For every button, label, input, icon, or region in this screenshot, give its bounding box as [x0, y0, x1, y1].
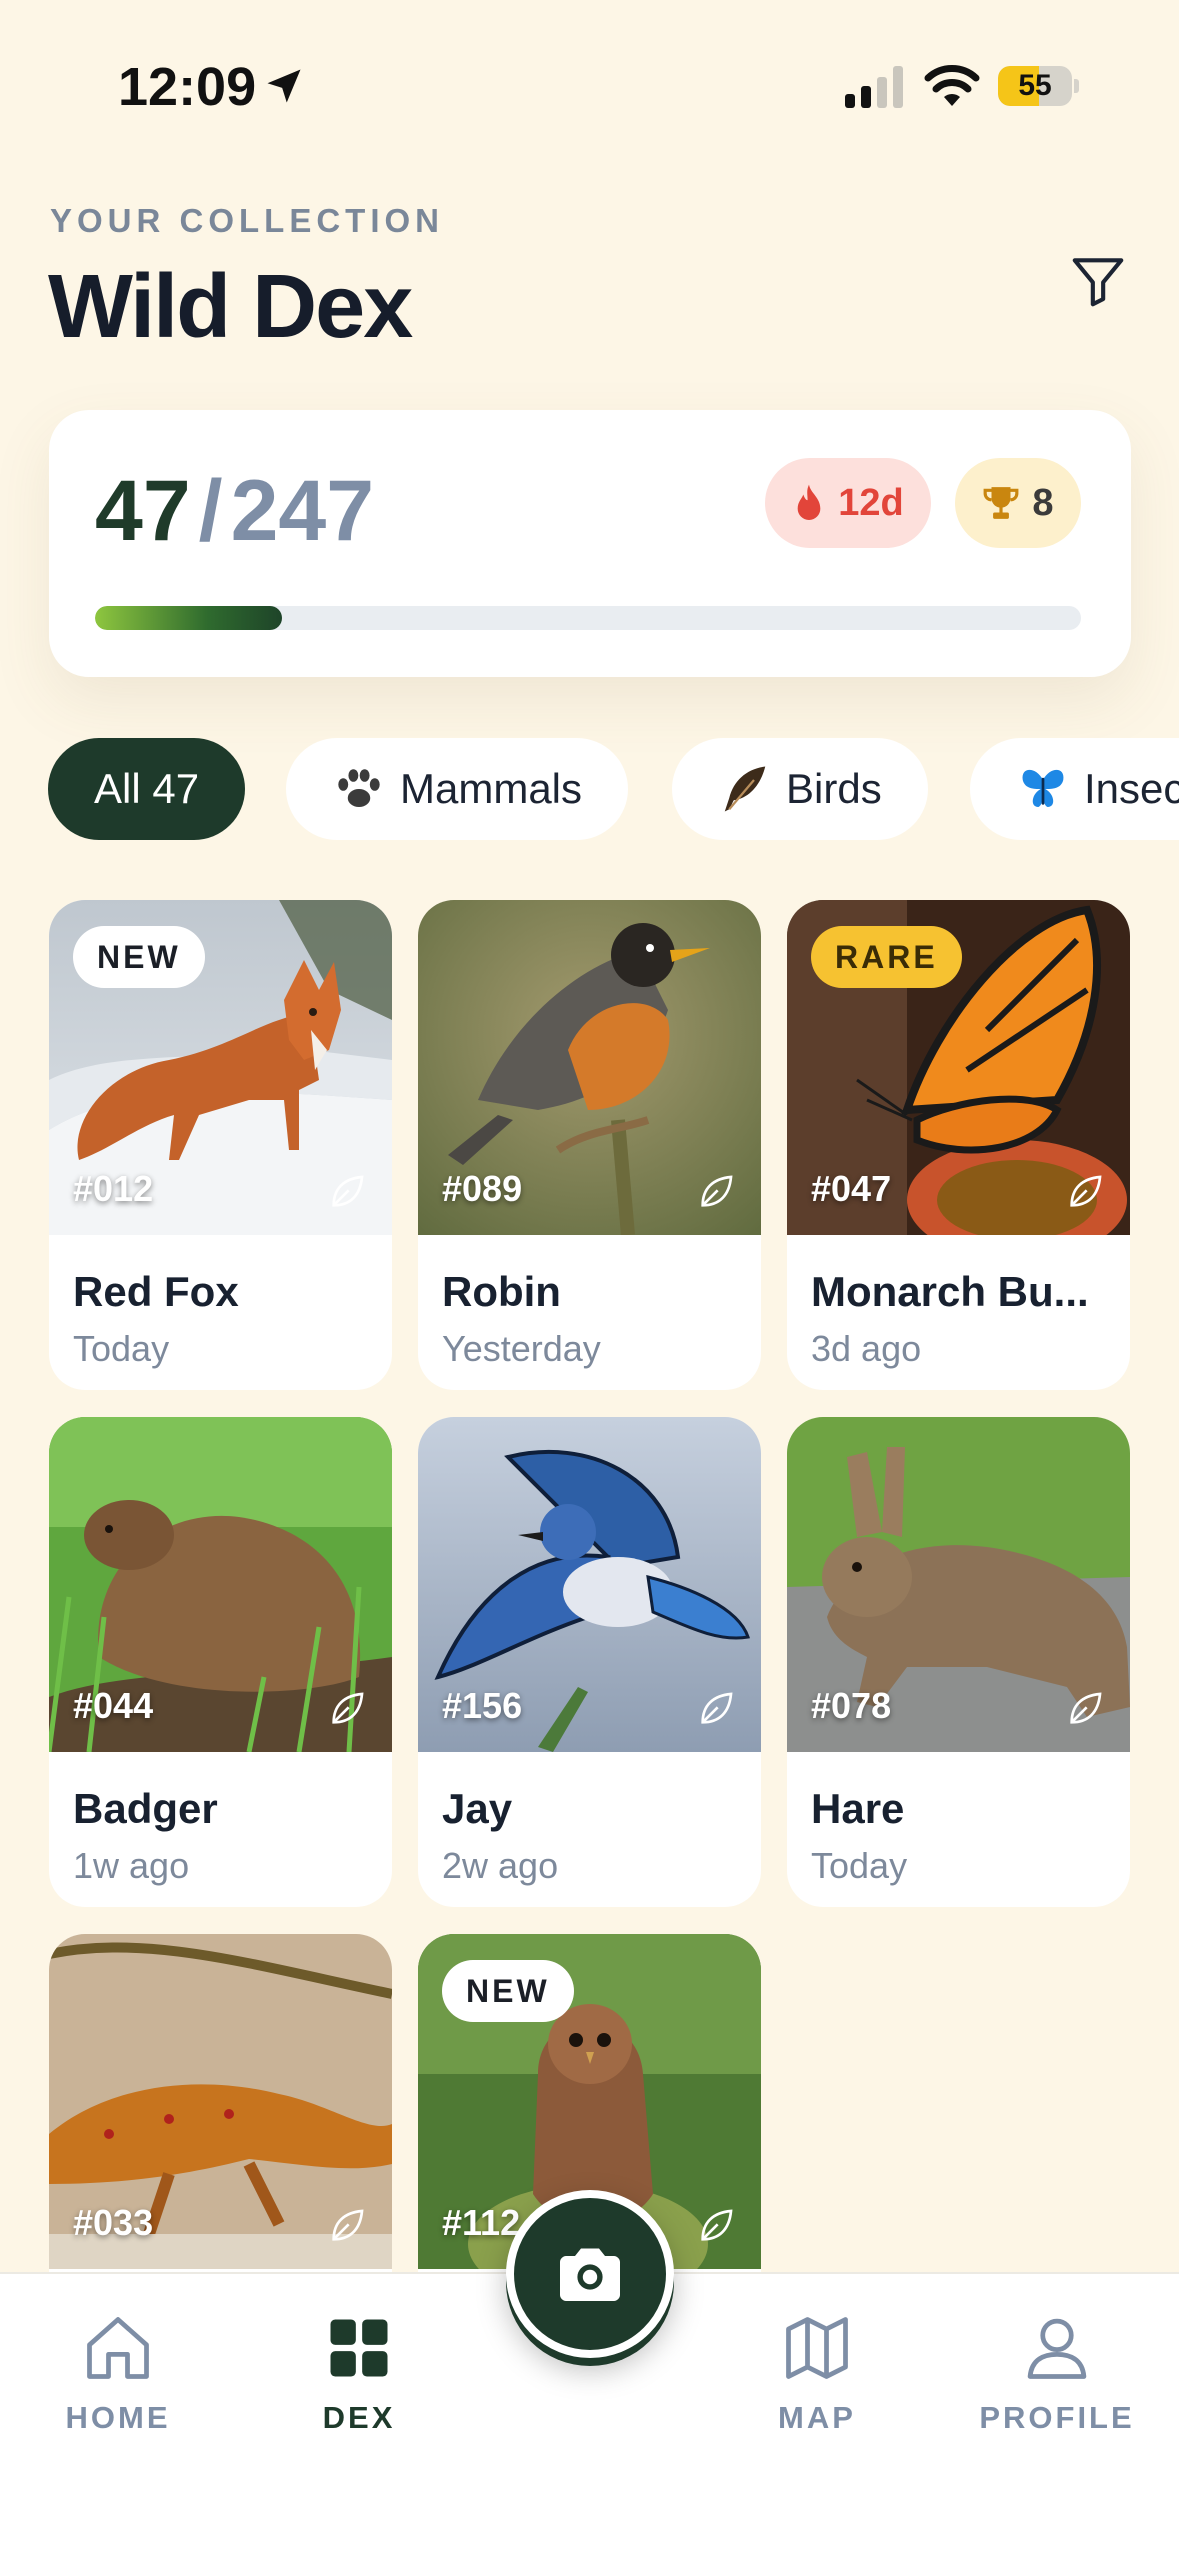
leaf-icon [701, 2209, 733, 2241]
collection-count: 47/247 [95, 462, 374, 561]
nav-map-label: MAP [778, 2400, 856, 2435]
streak-badge[interactable]: 12d [765, 458, 931, 548]
chip-mammals-label: Mammals [400, 765, 583, 812]
leaf-icon [332, 1175, 364, 1207]
flame-icon [797, 484, 821, 520]
count-separator: / [198, 463, 223, 559]
paw-icon [338, 769, 380, 807]
chip-all[interactable]: All 47 [48, 738, 246, 840]
new-badge: NEW [73, 926, 205, 988]
species-name: Hare [811, 1785, 905, 1832]
map-icon [786, 2317, 848, 2379]
wifi-icon [924, 65, 980, 106]
nav-home[interactable]: HOME [38, 2310, 198, 2436]
species-number: #112 [442, 2202, 521, 2243]
chip-birds-label: Birds [786, 765, 882, 812]
profile-icon [1027, 2318, 1087, 2379]
trophy-count: 8 [1032, 481, 1054, 524]
sighting-time: 1w ago [73, 1845, 190, 1886]
status-bar: 12:09 55 [0, 0, 1179, 150]
species-card[interactable]: NEW #012 Red Fox Today [49, 900, 392, 1390]
nav-dex-label: DEX [322, 2400, 396, 2435]
species-number: #047 [811, 1168, 892, 1209]
status-time: 12:09 [118, 57, 257, 117]
nav-home-label: HOME [65, 2400, 171, 2435]
leaf-icon [1070, 1692, 1102, 1724]
battery-indicator: 55 [998, 66, 1079, 106]
camera-capture-button[interactable] [506, 2190, 674, 2358]
species-number: #089 [442, 1168, 523, 1209]
species-number: #078 [811, 1685, 892, 1726]
species-name: Jay [442, 1785, 513, 1832]
trophy-icon [984, 487, 1019, 519]
species-name: Red Fox [73, 1268, 239, 1315]
filter-funnel-icon [1072, 258, 1124, 307]
progress-bar [95, 606, 1081, 630]
nav-map[interactable]: MAP [737, 2310, 897, 2436]
page-title: Wild Dex [48, 257, 413, 357]
butterfly-icon [1022, 769, 1064, 807]
chip-mammals[interactable]: Mammals [286, 738, 629, 840]
species-name: Robin [442, 1268, 561, 1315]
sighting-time: Today [811, 1845, 908, 1886]
chip-insects-label: Insects [1084, 765, 1179, 812]
species-card[interactable]: #156 Jay 2w ago [418, 1417, 761, 1907]
caught-count: 47 [95, 463, 191, 559]
species-number: #033 [73, 2202, 154, 2243]
species-card[interactable]: #089 Robin Yesterday [418, 900, 761, 1390]
sighting-time: Today [73, 1328, 170, 1369]
streak-days: 12d [838, 481, 904, 524]
filter-button[interactable] [1058, 246, 1138, 316]
home-icon [87, 2317, 149, 2379]
nav-profile-label: PROFILE [979, 2400, 1135, 2435]
collection-eyebrow: YOUR COLLECTION [50, 202, 444, 239]
species-number: #156 [442, 1685, 523, 1726]
chip-insects[interactable]: Insects [970, 738, 1179, 840]
battery-level-text: 55 [1018, 69, 1052, 102]
species-number: #044 [73, 1685, 154, 1726]
grid-icon [330, 2319, 388, 2377]
species-card[interactable]: #078 Hare Today [787, 1417, 1130, 1907]
cellular-signal-icon [845, 66, 903, 108]
sighting-time: 3d ago [811, 1328, 922, 1369]
nav-dex[interactable]: DEX [279, 2310, 439, 2436]
species-number: #012 [73, 1168, 154, 1209]
leaf-icon [701, 1175, 733, 1207]
chip-birds[interactable]: Birds [672, 738, 928, 840]
leaf-icon [332, 2209, 364, 2241]
leaf-icon [1070, 1175, 1102, 1207]
species-name: Monarch Bu... [811, 1268, 1089, 1315]
species-card[interactable]: RARE #047 Monarch Bu... 3d ago [787, 900, 1130, 1390]
progress-card: 47/247 12d 8 [49, 410, 1131, 677]
progress-fill [95, 606, 283, 630]
total-count: 247 [230, 463, 375, 559]
category-chip-row: All 47 Mammals Birds Insects [48, 738, 1179, 840]
leaf-icon [701, 1692, 733, 1724]
new-badge: NEW [442, 1960, 574, 2022]
chip-all-label: All 47 [94, 765, 200, 812]
sighting-time: 2w ago [442, 1845, 559, 1886]
trophy-badge[interactable]: 8 [955, 458, 1081, 548]
species-name: Badger [73, 1785, 218, 1832]
camera-icon [560, 2248, 620, 2301]
species-card[interactable]: #044 Badger 1w ago [49, 1417, 392, 1907]
leaf-icon [332, 1692, 364, 1724]
rare-badge: RARE [811, 926, 962, 988]
feather-icon [724, 766, 766, 812]
sighting-time: Yesterday [442, 1328, 601, 1369]
location-arrow-icon [267, 69, 301, 103]
nav-profile[interactable]: PROFILE [977, 2310, 1137, 2436]
